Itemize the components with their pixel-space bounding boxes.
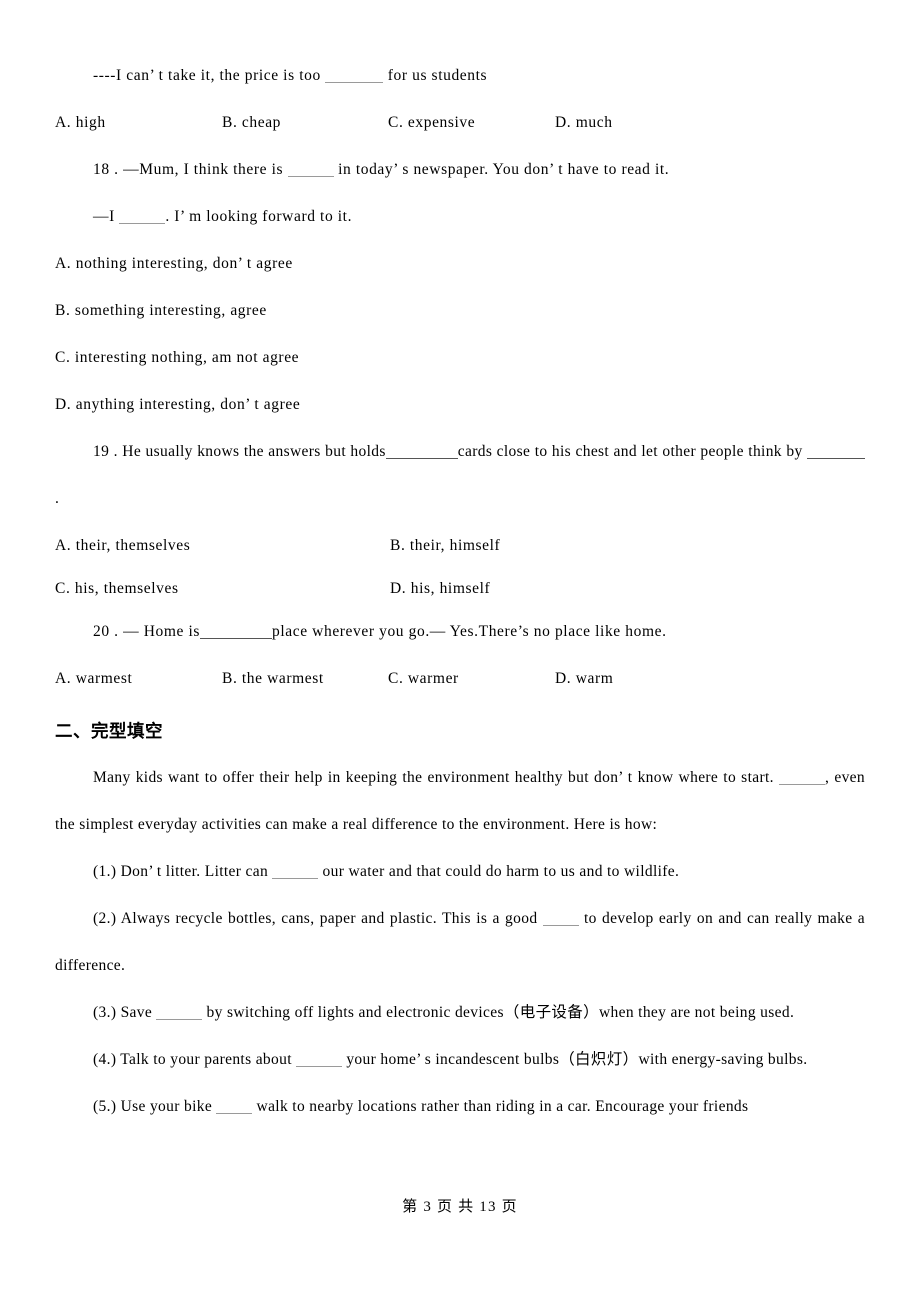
question-18-stem-line-2: —I . I’ m looking forward to it. xyxy=(55,193,865,240)
question-17-option-d[interactable]: D. much xyxy=(555,99,613,146)
cloze-intro-blank xyxy=(778,772,825,785)
cloze-item-2: (2.) Always recycle bottles, cans, paper… xyxy=(55,895,865,989)
question-18-blank-2 xyxy=(119,211,166,224)
question-19-options-row-2: C. his, themselves D. his, himself xyxy=(55,565,865,608)
question-18-option-a[interactable]: A. nothing interesting, don’ t agree xyxy=(55,240,865,287)
question-18-stem-line-1: 18 . —Mum, I think there is in today’ s … xyxy=(55,146,865,193)
cloze-item-4-after: your home’ s incandescent bulbs（白炽灯）with… xyxy=(342,1051,808,1068)
cloze-item-1-after: our water and that could do harm to us a… xyxy=(318,863,680,880)
question-19-stem-part-3: . xyxy=(55,490,60,507)
question-19-stem-part-1: 19 . He usually knows the answers but ho… xyxy=(93,443,386,460)
question-17-blank xyxy=(325,70,384,83)
cloze-item-4-blank xyxy=(296,1054,343,1067)
cloze-item-5-before: (5.) Use your bike xyxy=(93,1098,217,1115)
page-footer: 第 3 页 共 13 页 xyxy=(402,1199,518,1215)
cloze-intro-paragraph: Many kids want to offer their help in ke… xyxy=(55,754,865,848)
question-19-option-d[interactable]: D. his, himself xyxy=(390,565,490,612)
question-17-option-c[interactable]: C. expensive xyxy=(388,99,475,146)
question-20-stem-before: 20 . — Home is xyxy=(93,623,200,640)
question-17-stem-after: for us students xyxy=(383,67,488,84)
question-18-reply-before: —I xyxy=(93,208,120,225)
cloze-item-1-before: (1.) Don’ t litter. Litter can xyxy=(93,863,273,880)
question-19-option-b[interactable]: B. their, himself xyxy=(390,522,500,569)
cloze-item-5-blank xyxy=(216,1101,253,1114)
question-18-option-d[interactable]: D. anything interesting, don’ t agree xyxy=(55,381,865,428)
question-19-options-row-1: A. their, themselves B. their, himself xyxy=(55,522,865,565)
cloze-item-4-before: (4.) Talk to your parents about xyxy=(93,1051,297,1068)
exam-page: ----I can’ t take it, the price is too f… xyxy=(0,0,920,1302)
cloze-item-3-before: (3.) Save xyxy=(93,1004,157,1021)
question-20-stem-after: place wherever you go.— Yes.There’s no p… xyxy=(272,623,667,640)
question-18-blank-1 xyxy=(287,164,334,177)
question-20-blank xyxy=(200,626,272,639)
question-19-stem: 19 . He usually knows the answers but ho… xyxy=(55,428,865,522)
question-18-reply-after: . I’ m looking forward to it. xyxy=(165,208,353,225)
question-20-option-a[interactable]: A. warmest xyxy=(55,655,132,702)
question-20-option-c[interactable]: C. warmer xyxy=(388,655,459,702)
cloze-item-5-after: walk to nearby locations rather than rid… xyxy=(252,1098,749,1115)
cloze-item-1: (1.) Don’ t litter. Litter can our water… xyxy=(55,848,865,895)
question-19-stem-part-2: cards close to his chest and let other p… xyxy=(457,443,803,460)
question-19-option-a[interactable]: A. their, themselves xyxy=(55,522,190,569)
cloze-item-3-after: by switching off lights and electronic d… xyxy=(202,1004,795,1021)
cloze-item-1-blank xyxy=(272,866,319,879)
question-20-option-d[interactable]: D. warm xyxy=(555,655,613,702)
question-17-option-b[interactable]: B. cheap xyxy=(222,99,281,146)
question-18-stem-before: 18 . —Mum, I think there is xyxy=(93,161,288,178)
section-two-heading: 二、完型填空 xyxy=(55,722,163,742)
cloze-intro-part-1: Many kids want to offer their help in ke… xyxy=(93,769,779,786)
cloze-item-3: (3.) Save by switching off lights and el… xyxy=(55,989,865,1036)
question-17-options: A. high B. cheap C. expensive D. much xyxy=(55,99,865,146)
cloze-item-2-before: (2.) Always recycle bottles, cans, paper… xyxy=(93,910,543,927)
cloze-item-5: (5.) Use your bike walk to nearby locati… xyxy=(55,1083,865,1130)
question-17-option-a[interactable]: A. high xyxy=(55,99,106,146)
question-17-stem: ----I can’ t take it, the price is too f… xyxy=(55,52,865,99)
question-20-option-b[interactable]: B. the warmest xyxy=(222,655,324,702)
question-18-option-c[interactable]: C. interesting nothing, am not agree xyxy=(55,334,865,381)
question-20-stem: 20 . — Home is place wherever you go.— Ye… xyxy=(55,608,865,655)
question-17-stem-before: ----I can’ t take it, the price is too xyxy=(93,67,326,84)
question-20-options: A. warmest B. the warmest C. warmer D. w… xyxy=(55,655,865,702)
question-18-option-b[interactable]: B. something interesting, agree xyxy=(55,287,865,334)
cloze-item-4: (4.) Talk to your parents about your hom… xyxy=(55,1036,865,1083)
cloze-item-2-blank xyxy=(542,913,579,926)
question-19-blank-1 xyxy=(385,446,458,459)
question-19-option-c[interactable]: C. his, themselves xyxy=(55,565,179,612)
question-19-blank-2 xyxy=(807,446,865,459)
cloze-item-3-blank xyxy=(156,1007,203,1020)
question-18-stem-after: in today’ s newspaper. You don’ t have t… xyxy=(333,161,670,178)
